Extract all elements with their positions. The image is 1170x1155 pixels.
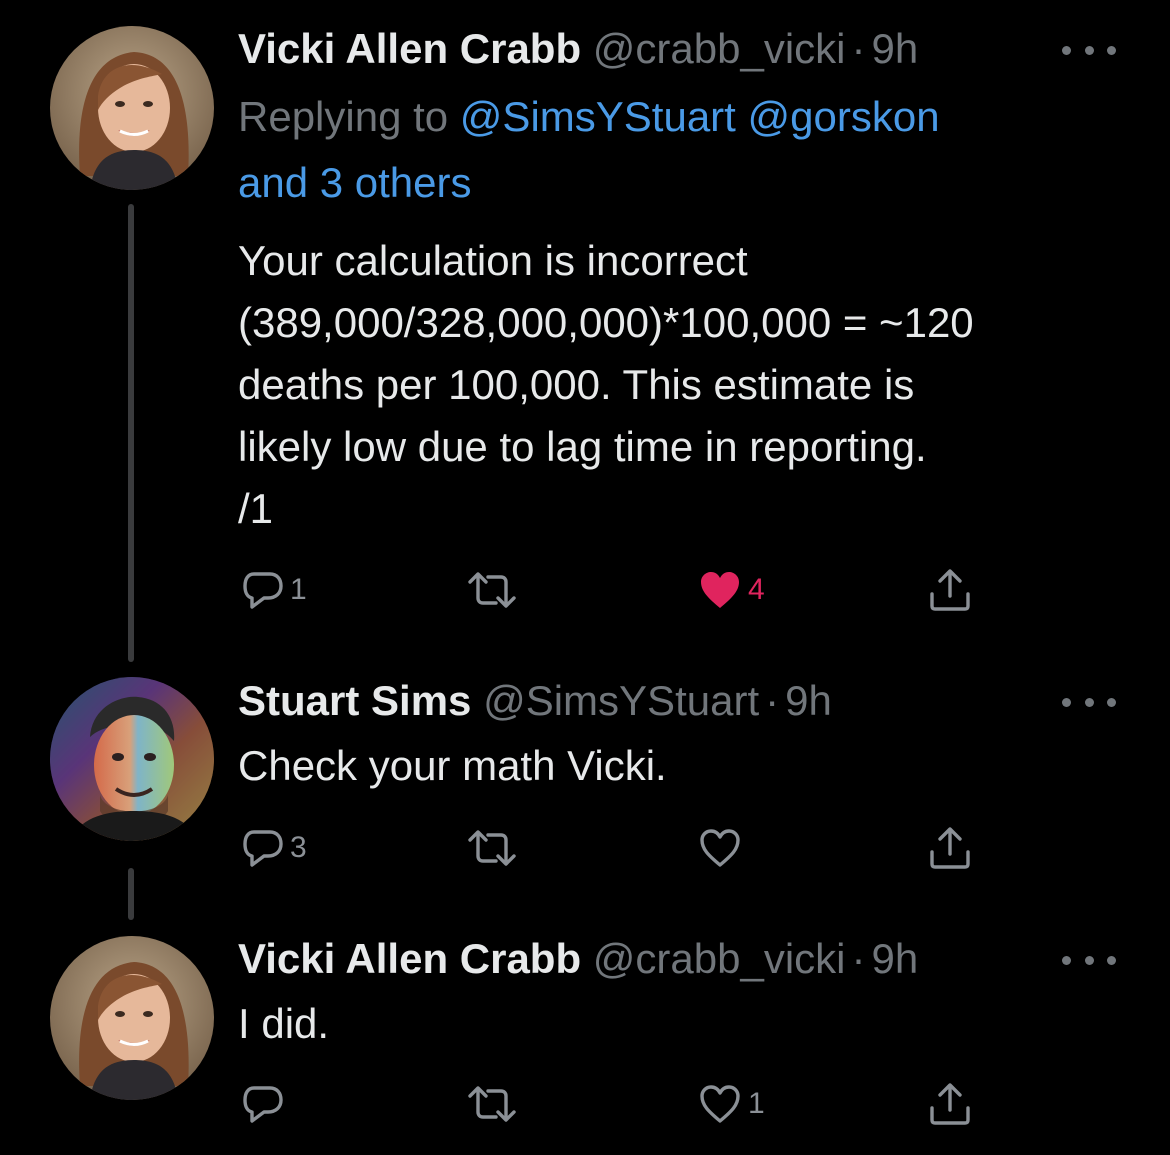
retweet-icon	[468, 830, 516, 866]
share-icon	[930, 1083, 970, 1125]
share-button[interactable]	[928, 1074, 972, 1134]
more-options-button[interactable]	[1062, 40, 1116, 60]
replying-mentions-link[interactable]: @SimsYStuart @gorskon	[460, 93, 940, 140]
share-button[interactable]	[928, 560, 972, 620]
woman-portrait-avatar-icon	[50, 26, 214, 190]
heart-icon	[701, 572, 739, 608]
woman-portrait-avatar-icon	[50, 936, 214, 1100]
share-button[interactable]	[928, 818, 972, 878]
like-button[interactable]	[698, 818, 748, 878]
user-handle[interactable]: @crabb_vicki	[593, 25, 846, 72]
reply-bubble-icon	[243, 1086, 283, 1123]
tweet-text: Check your math Vicki.	[238, 742, 667, 789]
tweet-timestamp[interactable]: 9h	[872, 935, 919, 982]
tweet-header: Vicki Allen Crabb @crabb_vicki · 9h	[238, 24, 918, 74]
thread-connector-line	[128, 204, 134, 662]
more-dot	[1107, 45, 1116, 55]
avatar-vicki-allen-crabb[interactable]	[50, 26, 214, 190]
share-icon	[930, 827, 970, 869]
user-handle[interactable]: @SimsYStuart	[483, 677, 759, 724]
like-button[interactable]: 1	[698, 1074, 765, 1134]
reply-count: 1	[290, 573, 307, 606]
reply-button[interactable]: 1	[242, 560, 307, 620]
tweet-header: Stuart Sims @SimsYStuart · 9h	[238, 676, 832, 726]
replying-to-label: Replying to	[238, 93, 460, 140]
display-name[interactable]: Vicki Allen Crabb	[238, 25, 581, 72]
share-icon	[930, 569, 970, 611]
more-dot	[1107, 697, 1116, 707]
time-separator: ·	[765, 677, 780, 724]
like-count: 4	[748, 573, 765, 606]
tweet-actions: 3	[238, 818, 998, 878]
retweet-button[interactable]	[466, 1074, 524, 1134]
tweet-header: Vicki Allen Crabb @crabb_vicki · 9h	[238, 934, 918, 984]
more-options-icon	[1062, 45, 1071, 55]
avatar-stuart-sims[interactable]	[50, 677, 214, 841]
more-options-icon	[1062, 955, 1071, 965]
more-options-button[interactable]	[1062, 950, 1116, 970]
reply-button[interactable]: 3	[242, 818, 307, 878]
retweet-icon	[468, 572, 516, 608]
heart-icon	[700, 829, 740, 867]
replying-to-line: Replying to @SimsYStuart @gorskon and 3 …	[238, 84, 1118, 216]
more-dot	[1084, 697, 1094, 707]
replying-others-link[interactable]: and 3 others	[238, 159, 472, 206]
tweet-actions: 1	[238, 1074, 998, 1134]
reply-count: 3	[290, 831, 307, 864]
like-button[interactable]: 4	[698, 560, 765, 620]
retweet-button[interactable]	[466, 818, 524, 878]
more-dot	[1107, 955, 1116, 965]
more-options-icon	[1062, 697, 1071, 707]
display-name[interactable]: Vicki Allen Crabb	[238, 935, 581, 982]
user-handle[interactable]: @crabb_vicki	[593, 935, 846, 982]
more-options-button[interactable]	[1062, 692, 1116, 712]
heart-icon	[700, 1085, 740, 1123]
like-count: 1	[748, 1087, 765, 1120]
tweet-timestamp[interactable]: 9h	[785, 677, 832, 724]
reply-bubble-icon	[243, 572, 283, 609]
reply-button[interactable]	[242, 1074, 290, 1134]
display-name[interactable]: Stuart Sims	[238, 677, 471, 724]
thread-connector-line	[128, 868, 134, 920]
more-dot	[1084, 45, 1094, 55]
retweet-icon	[468, 1086, 516, 1122]
reply-bubble-icon	[243, 830, 283, 867]
more-dot	[1084, 955, 1094, 965]
retweet-button[interactable]	[466, 560, 524, 620]
tweet-text: I did.	[238, 1000, 330, 1047]
man-rainbow-portrait-avatar-icon	[50, 677, 214, 841]
tweet-actions: 1 4	[238, 560, 998, 620]
avatar-vicki-allen-crabb[interactable]	[50, 936, 214, 1100]
tweet-text: Your calculation is incorrect (389,000/3…	[238, 237, 974, 532]
tweet-timestamp[interactable]: 9h	[872, 25, 919, 72]
time-separator: ·	[851, 935, 866, 982]
time-separator: ·	[851, 25, 866, 72]
